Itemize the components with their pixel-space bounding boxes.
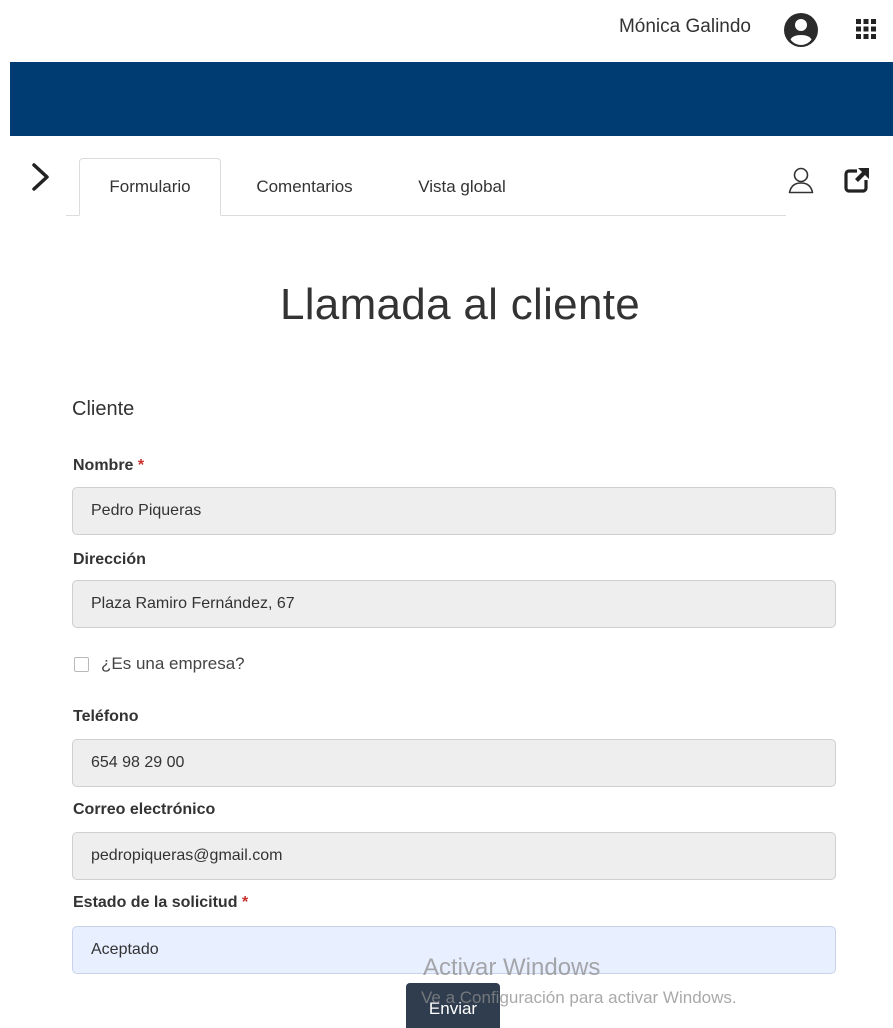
nombre-label-text: Nombre [73,457,134,474]
empresa-checkbox-label[interactable]: ¿Es una empresa? [101,654,245,674]
direccion-field[interactable]: Plaza Ramiro Fernández, 67 [72,580,836,628]
required-mark: * [137,457,145,474]
user-name[interactable]: Mónica Galindo [619,16,751,38]
windows-activation-title: Activar Windows [423,954,601,981]
tab-vista-global[interactable]: Vista global [393,158,531,216]
page: Mónica Galindo Formulario Comentarios Vi… [0,0,893,1028]
person-outline-icon[interactable] [786,165,816,195]
section-title: Cliente [72,398,135,420]
correo-value: pedropiqueras@gmail.com [91,847,283,864]
direccion-value: Plaza Ramiro Fernández, 67 [91,595,295,612]
external-link-icon[interactable] [842,165,872,195]
empresa-checkbox-row[interactable]: ¿Es una empresa? [74,654,245,674]
page-title: Llamada al cliente [279,280,641,329]
windows-activation-subtitle: Ve a Configuración para activar Windows. [421,988,737,1007]
top-user-bar: Mónica Galindo [0,0,893,62]
tab-comentarios[interactable]: Comentarios [232,158,377,216]
telefono-field[interactable]: 654 98 29 00 [72,739,836,787]
estado-label: Estado de la solicitud * [73,894,248,912]
user-circle-icon[interactable] [782,11,820,49]
nombre-field[interactable]: Pedro Piqueras [72,487,836,535]
estado-label-text: Estado de la solicitud [73,894,238,911]
estado-selected-value: Aceptado [91,941,159,958]
correo-label: Correo electrónico [73,801,216,818]
nombre-value: Pedro Piqueras [91,502,202,519]
empresa-checkbox[interactable] [74,656,89,672]
correo-field[interactable]: pedropiqueras@gmail.com [72,832,836,880]
required-mark: * [241,894,249,911]
brand-band [10,62,893,136]
tab-formulario[interactable]: Formulario [79,158,221,216]
telefono-label: Teléfono [73,708,139,725]
telefono-value: 654 98 29 00 [91,754,185,771]
chevron-right-icon[interactable] [30,162,52,192]
direccion-label: Dirección [73,551,146,568]
nombre-label: Nombre * [73,457,144,475]
apps-grid-icon[interactable] [855,18,877,40]
